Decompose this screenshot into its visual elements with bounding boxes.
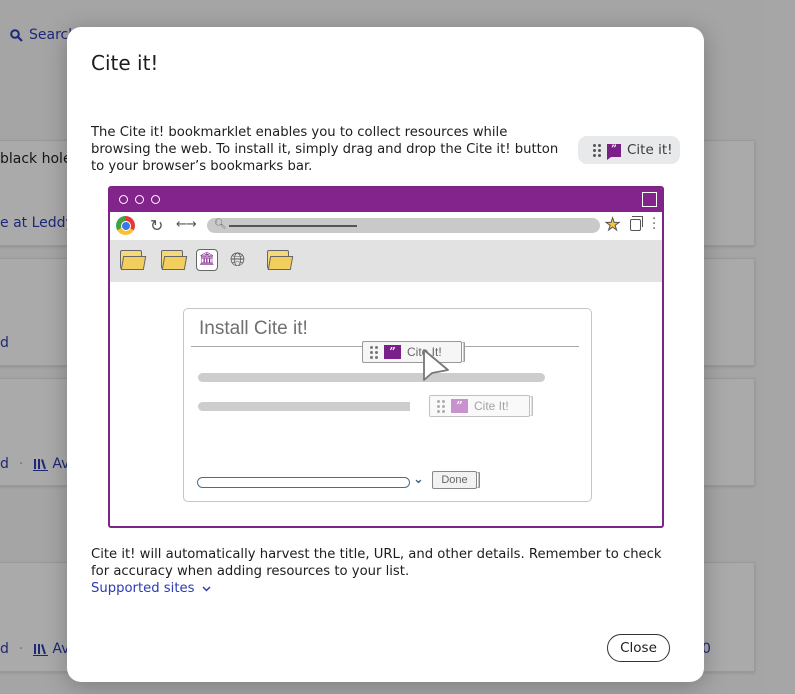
chevron-down-icon: ⌄: [413, 472, 424, 487]
placed-cite-it-button: ” Cite It!: [429, 395, 530, 417]
bookmarklet-label: Cite it!: [627, 142, 673, 158]
cite-it-bookmarklet-button[interactable]: ” Cite it!: [578, 136, 680, 164]
supported-sites-label: Supported sites: [91, 581, 195, 596]
install-illustration: ↻ ←→ 🔍︎ ★ · · · 🏛︎ 🌐︎ Install Cite it! ”…: [108, 186, 664, 528]
placeholder-bar: [198, 373, 545, 382]
chevron-down-icon: [201, 585, 211, 592]
quote-icon: ”: [451, 399, 468, 413]
more-vertical-icon: · · ·: [652, 212, 657, 237]
dialog-title: Cite it!: [91, 51, 159, 75]
drag-handle-icon: [370, 345, 378, 359]
window-dot-icon: [119, 195, 128, 204]
folder-icon: [267, 250, 294, 270]
drag-handle-icon: [437, 399, 445, 413]
illustration-titlebar: [110, 188, 662, 212]
back-forward-icon: ←→: [176, 217, 197, 232]
intro-text: The Cite it! bookmarklet enables you to …: [91, 125, 559, 174]
quote-icon: ”: [384, 345, 401, 359]
globe-icon: 🌐︎: [230, 249, 246, 271]
star-icon: ★: [604, 215, 621, 236]
illustration-page: Install Cite it! ” Cite It! ⌄ Done ” Cit…: [110, 282, 662, 526]
library-building-icon: 🏛︎: [196, 249, 218, 271]
illustration-done-button: Done: [432, 471, 477, 489]
illustration-navbar: ↻ ←→ 🔍︎ ★ · · ·: [110, 212, 662, 240]
window-dot-icon: [151, 195, 160, 204]
close-button[interactable]: Close: [607, 634, 670, 662]
reload-icon: ↻: [150, 216, 164, 235]
placeholder-bar: [198, 402, 410, 411]
url-placeholder-line: [229, 225, 357, 227]
drag-handle-icon: [593, 143, 601, 157]
install-panel-title: Install Cite it!: [199, 318, 308, 339]
folder-icon: [120, 250, 147, 270]
search-icon: 🔍︎: [214, 219, 227, 230]
window-dot-icon: [135, 195, 144, 204]
tabs-icon: [630, 216, 643, 231]
folder-icon: [161, 250, 188, 270]
address-bar: 🔍︎: [207, 218, 600, 233]
maximize-icon: [642, 192, 657, 207]
mouse-cursor-icon: [423, 349, 449, 381]
quote-icon: ”: [607, 143, 621, 160]
supported-sites-toggle[interactable]: Supported sites: [91, 581, 211, 596]
cite-it-dialog: Cite it! The Cite it! bookmarklet enable…: [67, 27, 704, 682]
illustration-bookmarks-bar: 🏛︎ 🌐︎: [110, 240, 662, 282]
install-panel: Install Cite it! ” Cite It! ⌄ Done: [183, 308, 592, 502]
illustration-url-input: [197, 477, 410, 488]
placed-button-label: Cite It!: [474, 399, 509, 413]
chrome-logo-icon: [116, 216, 135, 235]
outro-text: Cite it! will automatically harvest the …: [91, 547, 662, 579]
